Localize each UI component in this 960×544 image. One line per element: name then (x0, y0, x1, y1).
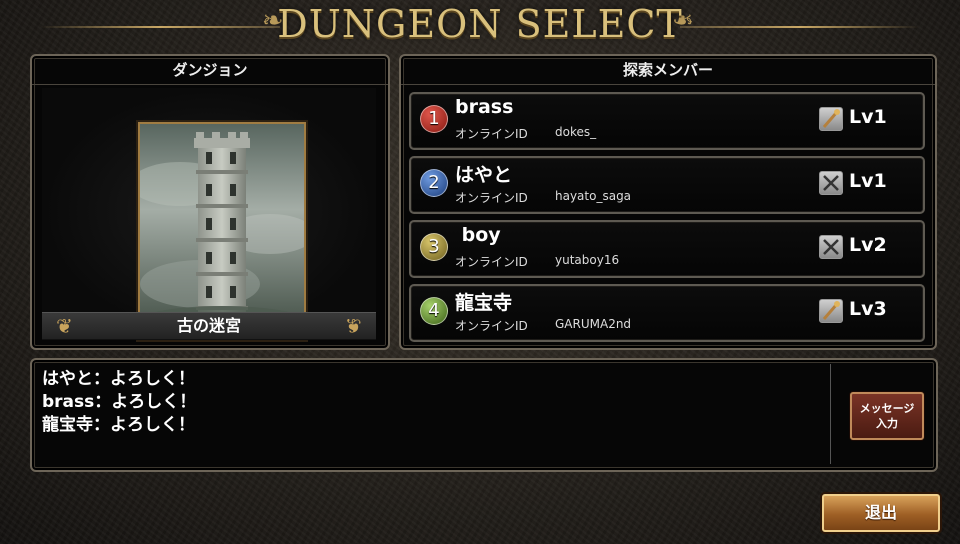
message-input-button[interactable]: メッセージ 入力 (850, 392, 924, 440)
member-level: Lv1 (849, 170, 887, 192)
member-number-badge: 1 (420, 105, 448, 133)
member-level: Lv2 (849, 234, 887, 256)
member-row[interactable]: 3 boy オンラインID yutaboy16 Lv2 (409, 220, 925, 278)
dungeon-preview-area (42, 88, 376, 340)
title-bar: ❧ ❧ DUNGEON SELECT (0, 0, 960, 46)
online-id-value: yutaboy16 (555, 253, 620, 267)
member-name: 龍宝寺 (455, 292, 513, 314)
dungeon-name-bar: ❦ 古の迷宮 ❦ (42, 312, 376, 340)
swords-icon (819, 171, 843, 195)
chat-divider (830, 364, 831, 464)
member-name: はやと (455, 164, 513, 186)
flourish-left-icon: ❦ (56, 314, 73, 338)
flourish-right-icon: ❦ (345, 314, 362, 338)
staff-icon (819, 299, 843, 323)
online-id-value: GARUMA2nd (555, 317, 632, 331)
swords-icon (819, 235, 843, 259)
dungeon-name: 古の迷宮 (176, 316, 241, 335)
chat-panel: はやと：よろしく！ brass：よろしく！ 龍宝寺：よろしく！ メッセージ 入力 (30, 358, 938, 472)
member-level: Lv1 (849, 106, 887, 128)
online-id-label: オンラインID (455, 127, 528, 141)
dungeon-panel-header: ダンジョン (32, 56, 388, 85)
page-title: DUNGEON SELECT (277, 2, 683, 46)
online-id-value: dokes_ (555, 125, 597, 139)
member-level: Lv3 (849, 298, 887, 320)
member-row[interactable]: 4 龍宝寺 オンラインID GARUMA2nd Lv3 (409, 284, 925, 342)
message-button-label-line1: メッセージ (859, 402, 915, 415)
members-panel: 探索メンバー 1 brass オンラインID dokes_ Lv1 2 はやと … (399, 54, 937, 350)
online-id-label: オンラインID (455, 319, 528, 333)
dungeon-panel: ダンジョン ❦ 古の迷宮 ❦ (30, 54, 390, 350)
tower-illustration (140, 124, 304, 338)
members-panel-header: 探索メンバー (401, 56, 935, 85)
dungeon-image[interactable] (138, 122, 306, 340)
chat-log: はやと：よろしく！ brass：よろしく！ 龍宝寺：よろしく！ (42, 368, 822, 437)
member-name: brass (455, 96, 514, 118)
chat-message: brass：よろしく！ (42, 392, 197, 412)
exit-button[interactable]: 退出 (822, 494, 940, 532)
member-number-badge: 4 (420, 297, 448, 325)
member-name: boy (455, 224, 501, 246)
online-id-label: オンラインID (455, 255, 528, 269)
chat-message: 龍宝寺：よろしく！ (42, 415, 195, 435)
message-button-label-line2: 入力 (876, 417, 898, 430)
member-number-badge: 3 (420, 233, 448, 261)
member-number-badge: 2 (420, 169, 448, 197)
online-id-value: hayato_saga (555, 189, 632, 203)
staff-icon (819, 107, 843, 131)
member-row[interactable]: 2 はやと オンラインID hayato_saga Lv1 (409, 156, 925, 214)
online-id-label: オンラインID (455, 191, 528, 205)
member-row[interactable]: 1 brass オンラインID dokes_ Lv1 (409, 92, 925, 150)
chat-message: はやと：よろしく！ (42, 369, 195, 389)
